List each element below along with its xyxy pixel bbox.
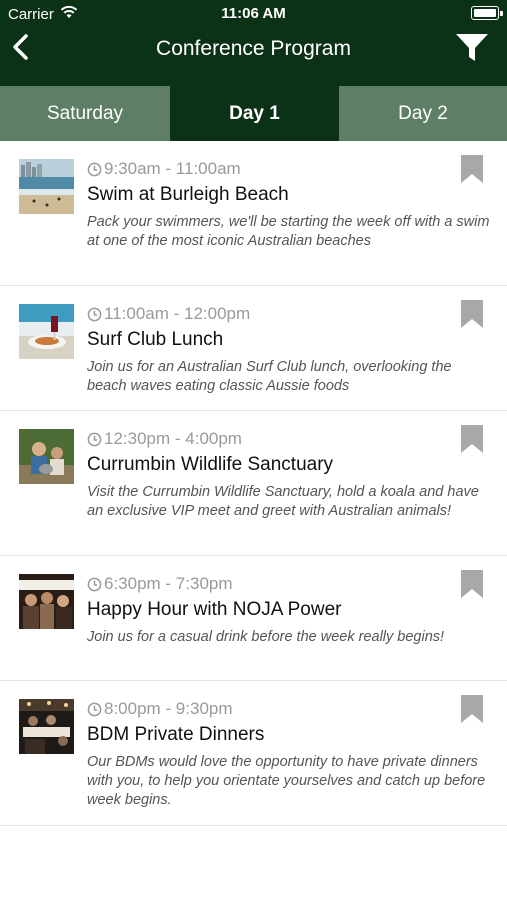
event-time-text: 8:00pm - 9:30pm — [104, 699, 233, 718]
list-item[interactable]: 11:00am - 12:00pm Surf Club Lunch Join u… — [0, 286, 507, 411]
status-bar: Carrier 11:06 AM — [0, 0, 507, 28]
event-title: BDM Private Dinners — [87, 724, 265, 745]
event-time-text: 11:00am - 12:00pm — [104, 304, 251, 323]
funnel-icon — [456, 34, 488, 61]
event-thumbnail-happy-hour — [19, 574, 74, 629]
app-header: Carrier 11:06 AM Conference Program — [0, 0, 507, 86]
tab-day-1[interactable]: Day 1 — [170, 86, 339, 141]
event-description: Join us for a casual drink before the we… — [87, 629, 445, 645]
page-title: Conference Program — [156, 37, 351, 60]
event-thumbnail-lunch — [19, 304, 74, 359]
event-time: 11:00am - 12:00pm — [87, 304, 250, 324]
tab-day-2[interactable]: Day 2 — [339, 86, 507, 141]
clock-icon — [87, 702, 102, 716]
bookmark-icon[interactable] — [461, 570, 483, 598]
event-thumbnail-beach — [19, 159, 74, 214]
event-title: Swim at Burleigh Beach — [87, 184, 289, 205]
event-time: 12:30pm - 4:00pm — [87, 429, 242, 449]
battery-icon — [471, 6, 503, 20]
clock-icon — [87, 307, 102, 321]
event-thumbnail-dinner — [19, 699, 74, 754]
bookmark-icon[interactable] — [461, 155, 483, 183]
event-time: 6:30pm - 7:30pm — [87, 574, 233, 594]
event-description: Visit the Currumbin Wildlife Sanctuary, … — [87, 484, 479, 519]
event-time-text: 12:30pm - 4:00pm — [104, 429, 242, 448]
filter-button[interactable] — [455, 32, 489, 64]
event-title: Happy Hour with NOJA Power — [87, 599, 342, 620]
list-item[interactable]: 6:30pm - 7:30pm Happy Hour with NOJA Pow… — [0, 556, 507, 681]
tab-saturday[interactable]: Saturday — [0, 86, 170, 141]
event-time: 9:30am - 11:00am — [87, 159, 241, 179]
event-time: 8:00pm - 9:30pm — [87, 699, 233, 719]
status-time: 11:06 AM — [221, 5, 286, 22]
bookmark-icon[interactable] — [461, 300, 483, 328]
list-item[interactable]: 8:00pm - 9:30pm BDM Private Dinners Our … — [0, 681, 507, 826]
event-thumbnail-wildlife — [19, 429, 74, 484]
bookmark-icon[interactable] — [461, 425, 483, 453]
clock-icon — [87, 432, 102, 446]
event-list: 9:30am - 11:00am Swim at Burleigh Beach … — [0, 141, 507, 826]
event-description: Join us for an Australian Surf Club lunc… — [87, 359, 452, 394]
day-tabs: Saturday Day 1 Day 2 — [0, 86, 507, 141]
event-title: Currumbin Wildlife Sanctuary — [87, 454, 334, 475]
bookmark-icon[interactable] — [461, 695, 483, 723]
list-item[interactable]: 12:30pm - 4:00pm Currumbin Wildlife Sanc… — [0, 411, 507, 556]
clock-icon — [87, 577, 102, 591]
event-description: Our BDMs would love the opportunity to h… — [87, 754, 486, 808]
event-description: Pack your swimmers, we'll be starting th… — [87, 214, 490, 249]
clock-icon — [87, 162, 102, 176]
event-time-text: 6:30pm - 7:30pm — [104, 574, 233, 593]
event-time-text: 9:30am - 11:00am — [104, 159, 241, 178]
list-item[interactable]: 9:30am - 11:00am Swim at Burleigh Beach … — [0, 141, 507, 286]
event-title: Surf Club Lunch — [87, 329, 224, 350]
